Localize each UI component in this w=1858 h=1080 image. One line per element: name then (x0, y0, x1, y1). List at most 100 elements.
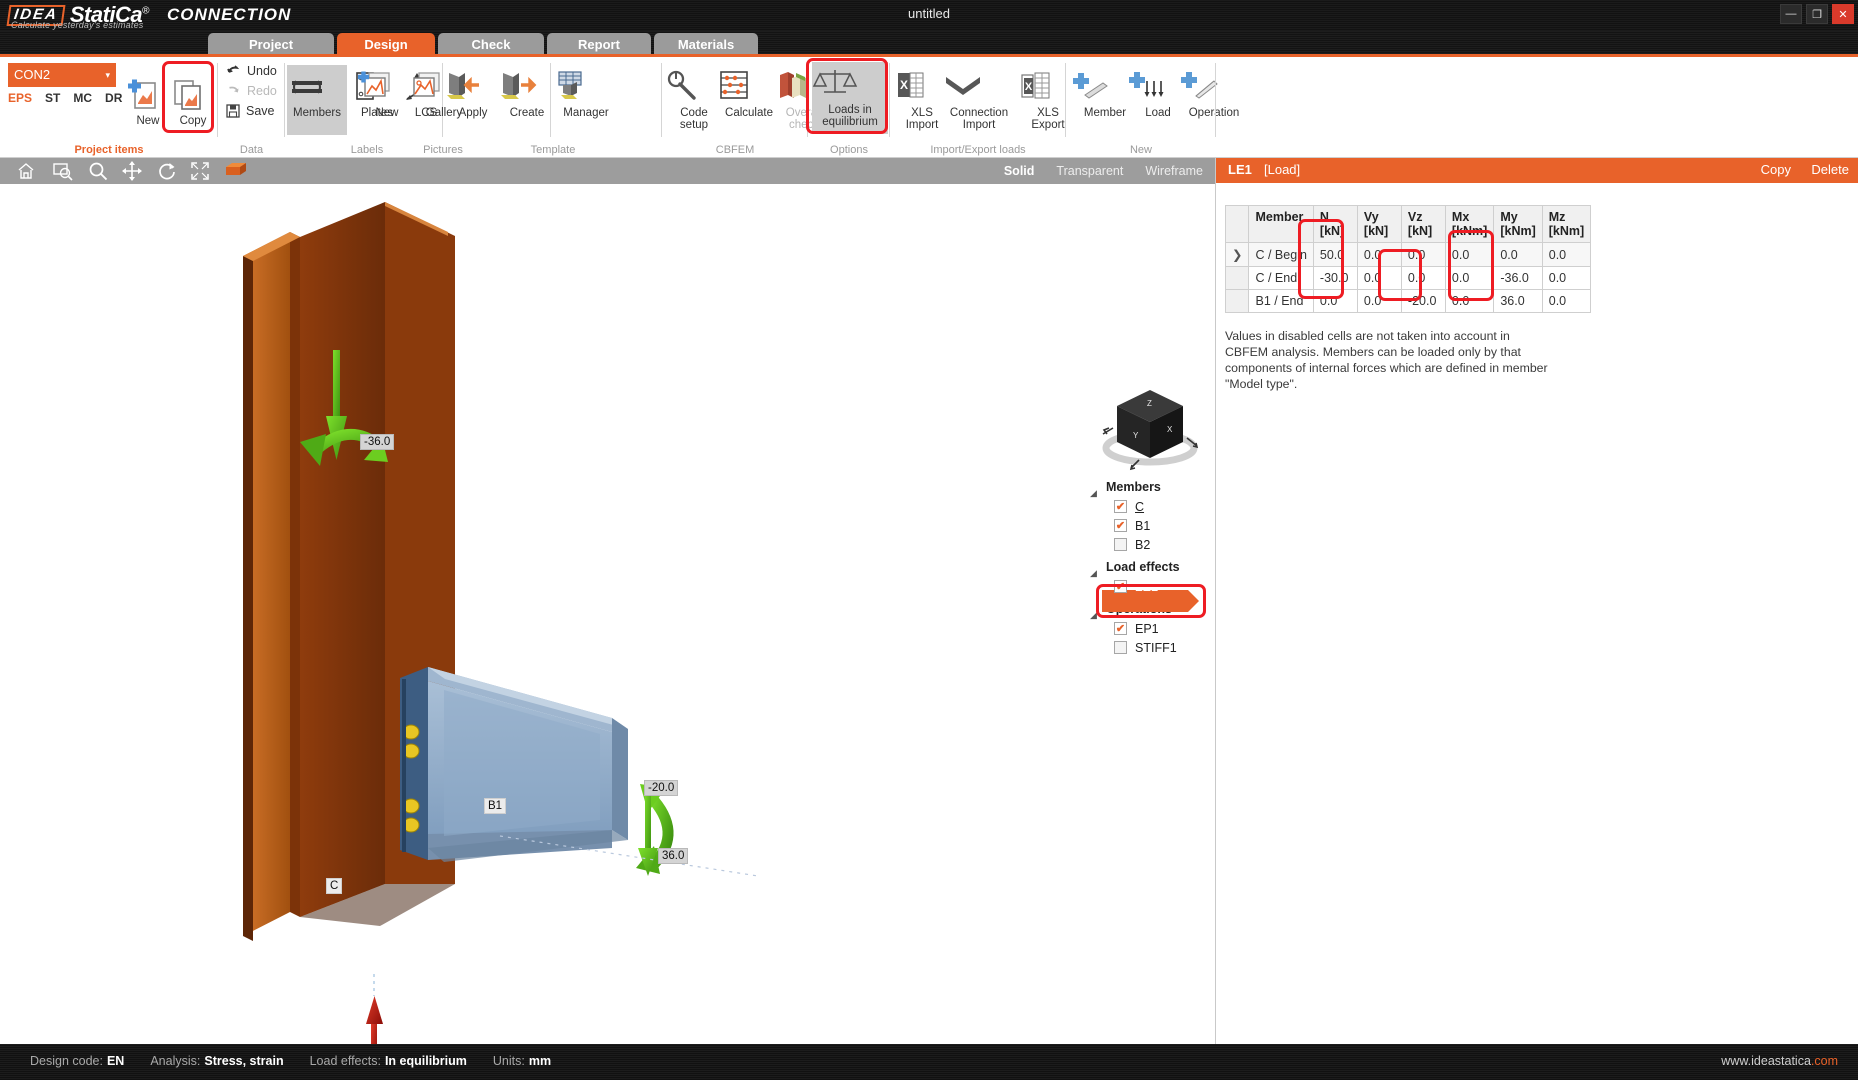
cell-mz[interactable]: 0.0 (1542, 290, 1590, 313)
copy-item-button[interactable]: Copy (170, 73, 216, 127)
checkbox-le1[interactable]: ✔ (1114, 580, 1127, 593)
tab-report[interactable]: Report (547, 33, 651, 56)
cell-vz[interactable]: 0.0 (1401, 243, 1445, 267)
new-item-button[interactable]: New (125, 73, 171, 127)
tab-design[interactable]: Design (337, 33, 435, 56)
cell-mz[interactable]: 0.0 (1542, 267, 1590, 290)
loads-in-equilibrium-label-line1: Loads in (812, 104, 888, 116)
close-button[interactable]: ✕ (1832, 4, 1854, 24)
tree-item-le1[interactable]: ✔ LE1 (1114, 577, 1210, 596)
title-bar: IDEA StatiCa® CONNECTION Calculate yeste… (0, 0, 1858, 31)
column-header-my: My[kNm] (1494, 206, 1542, 243)
3d-scene[interactable]: -36.0 B1 -20.0 36.0 C 50.0 Z Y X (0, 184, 1215, 1044)
collapse-triangle-icon[interactable]: ◢ (1090, 568, 1097, 579)
cell-mx[interactable]: 0.0 (1445, 290, 1493, 313)
tab-check[interactable]: Check (438, 33, 544, 56)
checkbox-member-c[interactable]: ✔ (1114, 500, 1127, 513)
delete-load-effect-button[interactable]: Delete (1811, 162, 1849, 177)
load-effect-name: LE1 (1228, 162, 1252, 177)
pan-icon[interactable] (122, 161, 142, 181)
copy-load-effect-button[interactable]: Copy (1761, 162, 1791, 177)
cell-mx[interactable]: 0.0 (1445, 243, 1493, 267)
cell-my[interactable]: 36.0 (1494, 290, 1542, 313)
table-row[interactable]: B1 / End 0.0 0.0 -20.0 0.0 36.0 0.0 (1226, 290, 1591, 313)
cell-member[interactable]: C / Begin (1249, 243, 1313, 267)
project-item-combo[interactable]: CON2 ▾ (8, 63, 116, 87)
render-style-icon[interactable] (224, 161, 244, 181)
cell-member[interactable]: B1 / End (1249, 290, 1313, 313)
save-label: Save (246, 104, 275, 118)
picture-new-button[interactable]: New (357, 65, 417, 119)
tree-item-member-b1[interactable]: ✔ B1 (1114, 516, 1210, 535)
zoom-window-icon[interactable] (52, 161, 72, 181)
checkbox-ep1[interactable]: ✔ (1114, 622, 1127, 635)
status-dr[interactable]: DR (105, 91, 122, 105)
cell-vy[interactable]: 0.0 (1357, 243, 1401, 267)
save-button[interactable]: Save (226, 102, 275, 120)
tree-item-member-b2[interactable]: B2 (1114, 535, 1210, 554)
cell-vz[interactable]: 0.0 (1401, 267, 1445, 290)
row-marker-icon: ❯ (1226, 243, 1249, 267)
home-icon[interactable] (16, 161, 36, 181)
cell-vz[interactable]: -20.0 (1401, 290, 1445, 313)
render-mode-transparent[interactable]: Transparent (1056, 164, 1123, 178)
connection-import-button[interactable]: Connection Import (942, 65, 1016, 131)
status-mc[interactable]: MC (73, 91, 92, 105)
fit-to-screen-icon[interactable] (190, 161, 210, 181)
ribbon-divider (1215, 63, 1216, 137)
zoom-icon[interactable] (88, 161, 108, 181)
column-header-member: Member (1249, 206, 1313, 243)
cell-n[interactable]: 50.0 (1313, 243, 1357, 267)
new-operation-button[interactable]: Operation (1178, 65, 1250, 119)
website-link[interactable]: www.ideastatica.com (1721, 1054, 1838, 1068)
ribbon-group-template: Apply Create (551, 57, 662, 158)
template-apply-button[interactable]: Apply (443, 65, 503, 119)
document-title: untitled (0, 6, 1858, 21)
status-eps[interactable]: EPS (8, 91, 32, 105)
tab-materials[interactable]: Materials (654, 33, 758, 56)
copy-document-icon (170, 77, 216, 113)
view-orientation-cube[interactable]: Z Y X (1095, 376, 1205, 476)
cell-vy[interactable]: 0.0 (1357, 290, 1401, 313)
checkbox-member-b1[interactable]: ✔ (1114, 519, 1127, 532)
status-items: Design code:EN Analysis:Stress, strain L… (30, 1054, 551, 1068)
labels-members-label: Members (287, 107, 347, 119)
cell-my[interactable]: -36.0 (1494, 267, 1542, 290)
minimize-button[interactable]: — (1780, 4, 1802, 24)
render-mode-switch: Solid Transparent Wireframe (1004, 158, 1203, 184)
table-row[interactable]: ❯ C / Begin 50.0 0.0 0.0 0.0 0.0 0.0 (1226, 243, 1591, 267)
cell-mx[interactable]: 0.0 (1445, 267, 1493, 290)
template-manager-button[interactable]: Manager (551, 65, 621, 119)
collapse-triangle-icon[interactable]: ◢ (1090, 488, 1097, 499)
tree-item-ep1[interactable]: ✔ EP1 (1114, 619, 1210, 638)
labels-members-button[interactable]: Members (287, 65, 347, 135)
checkbox-stiff1[interactable] (1114, 641, 1127, 654)
tab-project[interactable]: Project (208, 33, 334, 56)
cell-my[interactable]: 0.0 (1494, 243, 1542, 267)
cell-n[interactable]: 0.0 (1313, 290, 1357, 313)
tree-item-member-c[interactable]: ✔ C (1114, 497, 1210, 516)
checkbox-member-b2[interactable] (1114, 538, 1127, 551)
scene-label-moment-top: -36.0 (360, 434, 394, 450)
loads-in-equilibrium-button[interactable]: Loads in equilibrium (812, 62, 888, 134)
cell-n[interactable]: -30.0 (1313, 267, 1357, 290)
maximize-button[interactable]: ❐ (1806, 4, 1828, 24)
tree-item-stiff1[interactable]: STIFF1 (1114, 638, 1210, 657)
cell-member[interactable]: C / End (1249, 267, 1313, 290)
collapse-triangle-icon[interactable]: ◢ (1090, 610, 1097, 621)
tree-section-members: ◢ Members ✔ C ✔ B1 B2 (1090, 480, 1210, 554)
new-document-icon (125, 77, 171, 113)
render-mode-solid[interactable]: Solid (1004, 164, 1035, 178)
undo-button[interactable]: Undo (226, 62, 277, 80)
internal-forces-table[interactable]: Member N[kN] Vy[kN] Vz[kN] Mx[kNm] My[kN… (1225, 205, 1591, 313)
template-create-button[interactable]: Create (497, 65, 557, 119)
rotate-icon[interactable] (157, 161, 177, 181)
status-st[interactable]: ST (45, 91, 60, 105)
ribbon-group-options: Loads in equilibrium Options (808, 57, 890, 158)
render-mode-wireframe[interactable]: Wireframe (1145, 164, 1203, 178)
cell-mz[interactable]: 0.0 (1542, 243, 1590, 267)
table-row[interactable]: C / End -30.0 0.0 0.0 0.0 -36.0 0.0 (1226, 267, 1591, 290)
template-manager-icon (551, 69, 621, 105)
new-item-label: New (125, 115, 171, 127)
cell-vy[interactable]: 0.0 (1357, 267, 1401, 290)
